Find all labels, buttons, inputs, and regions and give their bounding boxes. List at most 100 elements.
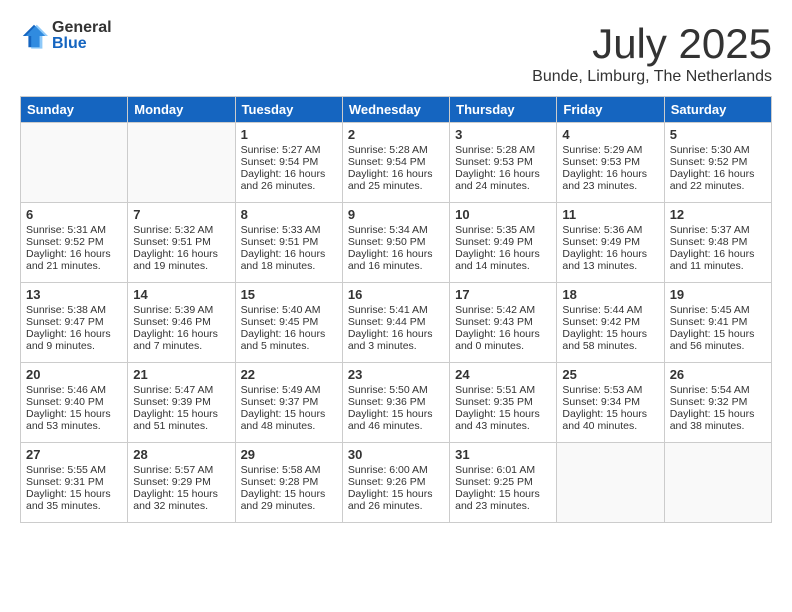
day-info: Sunset: 9:52 PM bbox=[26, 236, 122, 248]
calendar-cell: 14Sunrise: 5:39 AMSunset: 9:46 PMDayligh… bbox=[128, 283, 235, 363]
day-info: Sunrise: 5:58 AM bbox=[241, 464, 337, 476]
day-info: Sunset: 9:47 PM bbox=[26, 316, 122, 328]
day-info: Sunrise: 5:36 AM bbox=[562, 224, 658, 236]
page-container: General Blue July 2025 Bunde, Limburg, T… bbox=[0, 0, 792, 533]
day-info: Sunset: 9:53 PM bbox=[562, 156, 658, 168]
day-info: Sunset: 9:29 PM bbox=[133, 476, 229, 488]
calendar-cell: 8Sunrise: 5:33 AMSunset: 9:51 PMDaylight… bbox=[235, 203, 342, 283]
day-info: Sunrise: 5:49 AM bbox=[241, 384, 337, 396]
calendar-week-row: 27Sunrise: 5:55 AMSunset: 9:31 PMDayligh… bbox=[21, 443, 772, 523]
location: Bunde, Limburg, The Netherlands bbox=[532, 68, 772, 86]
day-number: 7 bbox=[133, 207, 229, 222]
day-number: 2 bbox=[348, 127, 444, 142]
day-info: Sunset: 9:50 PM bbox=[348, 236, 444, 248]
day-info: Sunrise: 5:27 AM bbox=[241, 144, 337, 156]
logo: General Blue bbox=[20, 20, 112, 52]
day-info: Daylight: 15 hours and 35 minutes. bbox=[26, 488, 122, 512]
weekday-header: Wednesday bbox=[342, 97, 449, 123]
day-info: Sunrise: 5:55 AM bbox=[26, 464, 122, 476]
day-number: 18 bbox=[562, 287, 658, 302]
header: General Blue July 2025 Bunde, Limburg, T… bbox=[20, 20, 772, 86]
calendar-cell: 1Sunrise: 5:27 AMSunset: 9:54 PMDaylight… bbox=[235, 123, 342, 203]
day-number: 3 bbox=[455, 127, 551, 142]
day-info: Daylight: 16 hours and 26 minutes. bbox=[241, 168, 337, 192]
day-number: 4 bbox=[562, 127, 658, 142]
day-info: Daylight: 15 hours and 40 minutes. bbox=[562, 408, 658, 432]
calendar-cell: 22Sunrise: 5:49 AMSunset: 9:37 PMDayligh… bbox=[235, 363, 342, 443]
day-info: Daylight: 16 hours and 22 minutes. bbox=[670, 168, 766, 192]
calendar-cell: 30 Sunrise: 6:00 AMSunset: 9:26 PMDayligh… bbox=[342, 443, 449, 523]
day-info: Sunset: 9:51 PM bbox=[133, 236, 229, 248]
calendar-week-row: 13 Sunrise: 5:38 AMSunset: 9:47 PM Dayligh… bbox=[21, 283, 772, 363]
day-number: 20 bbox=[26, 367, 122, 382]
calendar-cell: 24Sunrise: 5:51 AMSunset: 9:35 PMDayligh… bbox=[450, 363, 557, 443]
day-info: Sunrise: 5:54 AM bbox=[670, 384, 766, 396]
day-info: Sunrise: 6:00 AM bbox=[348, 464, 444, 476]
weekday-header: Saturday bbox=[664, 97, 771, 123]
day-info: Sunrise: 5:50 AM bbox=[348, 384, 444, 396]
day-number: 6 bbox=[26, 207, 122, 222]
day-number: 29 bbox=[241, 447, 337, 462]
day-info: Daylight: 16 hours and 18 minutes. bbox=[241, 248, 337, 272]
day-number: 9 bbox=[348, 207, 444, 222]
day-number: 23 bbox=[348, 367, 444, 382]
day-info: Daylight: 15 hours and 58 minutes. bbox=[562, 328, 658, 352]
day-info: Daylight: 15 hours and 26 minutes. bbox=[348, 488, 444, 512]
calendar-cell: 13Sunrise: 5:38 AMSunset: 9:47 PMDayligh… bbox=[21, 283, 128, 363]
day-info: Daylight: 16 hours and 19 minutes. bbox=[133, 248, 229, 272]
day-info: Sunset: 9:37 PM bbox=[241, 396, 337, 408]
day-info: Daylight: 16 hours and 16 minutes. bbox=[348, 248, 444, 272]
day-info: Sunrise: 5:28 AM bbox=[348, 144, 444, 156]
calendar-week-row: 1Sunrise: 5:27 AMSunset: 9:54 PMDaylight… bbox=[21, 123, 772, 203]
weekday-header: Tuesday bbox=[235, 97, 342, 123]
calendar-cell: 10Sunrise: 5:35 AMSunset: 9:49 PMDayligh… bbox=[450, 203, 557, 283]
day-info: Sunrise: 5:39 AM bbox=[133, 304, 229, 316]
day-info: Daylight: 16 hours and 7 minutes. bbox=[133, 328, 229, 352]
day-info: Sunrise: 5:38 AM bbox=[26, 304, 122, 316]
day-info: Daylight: 16 hours and 11 minutes. bbox=[670, 248, 766, 272]
day-number: 14 bbox=[133, 287, 229, 302]
day-number: 1 bbox=[241, 127, 337, 142]
day-info: Sunrise: 5:31 AM bbox=[26, 224, 122, 236]
day-number: 13 bbox=[26, 287, 122, 302]
calendar-cell bbox=[664, 443, 771, 523]
weekday-header: Thursday bbox=[450, 97, 557, 123]
day-info: Daylight: 15 hours and 56 minutes. bbox=[670, 328, 766, 352]
day-info: Sunrise: 5:30 AM bbox=[670, 144, 766, 156]
day-info: Sunset: 9:44 PM bbox=[348, 316, 444, 328]
day-number: 26 bbox=[670, 367, 766, 382]
calendar-table: SundayMondayTuesdayWednesdayThursdayFrid… bbox=[20, 96, 772, 523]
calendar-cell: 5Sunrise: 5:30 AMSunset: 9:52 PMDaylight… bbox=[664, 123, 771, 203]
day-info: Sunset: 9:48 PM bbox=[670, 236, 766, 248]
day-info: Daylight: 16 hours and 0 minutes. bbox=[455, 328, 551, 352]
day-info: Sunrise: 5:51 AM bbox=[455, 384, 551, 396]
calendar-cell: 19Sunrise: 5:45 AMSunset: 9:41 PMDayligh… bbox=[664, 283, 771, 363]
day-number: 5 bbox=[670, 127, 766, 142]
day-info: Sunset: 9:39 PM bbox=[133, 396, 229, 408]
day-info: Sunrise: 5:53 AM bbox=[562, 384, 658, 396]
day-info: Sunrise: 5:46 AM bbox=[26, 384, 122, 396]
day-info: Sunset: 9:41 PM bbox=[670, 316, 766, 328]
day-info: Daylight: 16 hours and 5 minutes. bbox=[241, 328, 337, 352]
day-info: Daylight: 16 hours and 25 minutes. bbox=[348, 168, 444, 192]
day-info: Sunrise: 5:32 AM bbox=[133, 224, 229, 236]
day-info: Sunset: 9:26 PM bbox=[348, 476, 444, 488]
calendar-week-row: 20 Sunrise: 5:46 AMSunset: 9:40 PM Dayligh… bbox=[21, 363, 772, 443]
day-info: Sunset: 9:40 PM bbox=[26, 396, 122, 408]
day-info: Daylight: 16 hours and 24 minutes. bbox=[455, 168, 551, 192]
calendar-cell: 7 Sunrise: 5:32 AMSunset: 9:51 PMDaylight… bbox=[128, 203, 235, 283]
day-info: Daylight: 15 hours and 29 minutes. bbox=[241, 488, 337, 512]
day-info: Daylight: 15 hours and 51 minutes. bbox=[133, 408, 229, 432]
calendar-cell: 29Sunrise: 5:58 AMSunset: 9:28 PMDayligh… bbox=[235, 443, 342, 523]
month-title: July 2025 bbox=[532, 20, 772, 68]
day-info: Sunrise: 5:33 AM bbox=[241, 224, 337, 236]
calendar-cell: 27Sunrise: 5:55 AMSunset: 9:31 PMDayligh… bbox=[21, 443, 128, 523]
calendar-header-row: SundayMondayTuesdayWednesdayThursdayFrid… bbox=[21, 97, 772, 123]
calendar-cell: 15Sunrise: 5:40 AMSunset: 9:45 PMDayligh… bbox=[235, 283, 342, 363]
day-info: Sunrise: 5:34 AM bbox=[348, 224, 444, 236]
day-info: Daylight: 15 hours and 38 minutes. bbox=[670, 408, 766, 432]
day-number: 30 bbox=[348, 447, 444, 462]
day-number: 22 bbox=[241, 367, 337, 382]
day-info: Sunset: 9:42 PM bbox=[562, 316, 658, 328]
logo-text: General Blue bbox=[52, 20, 112, 52]
